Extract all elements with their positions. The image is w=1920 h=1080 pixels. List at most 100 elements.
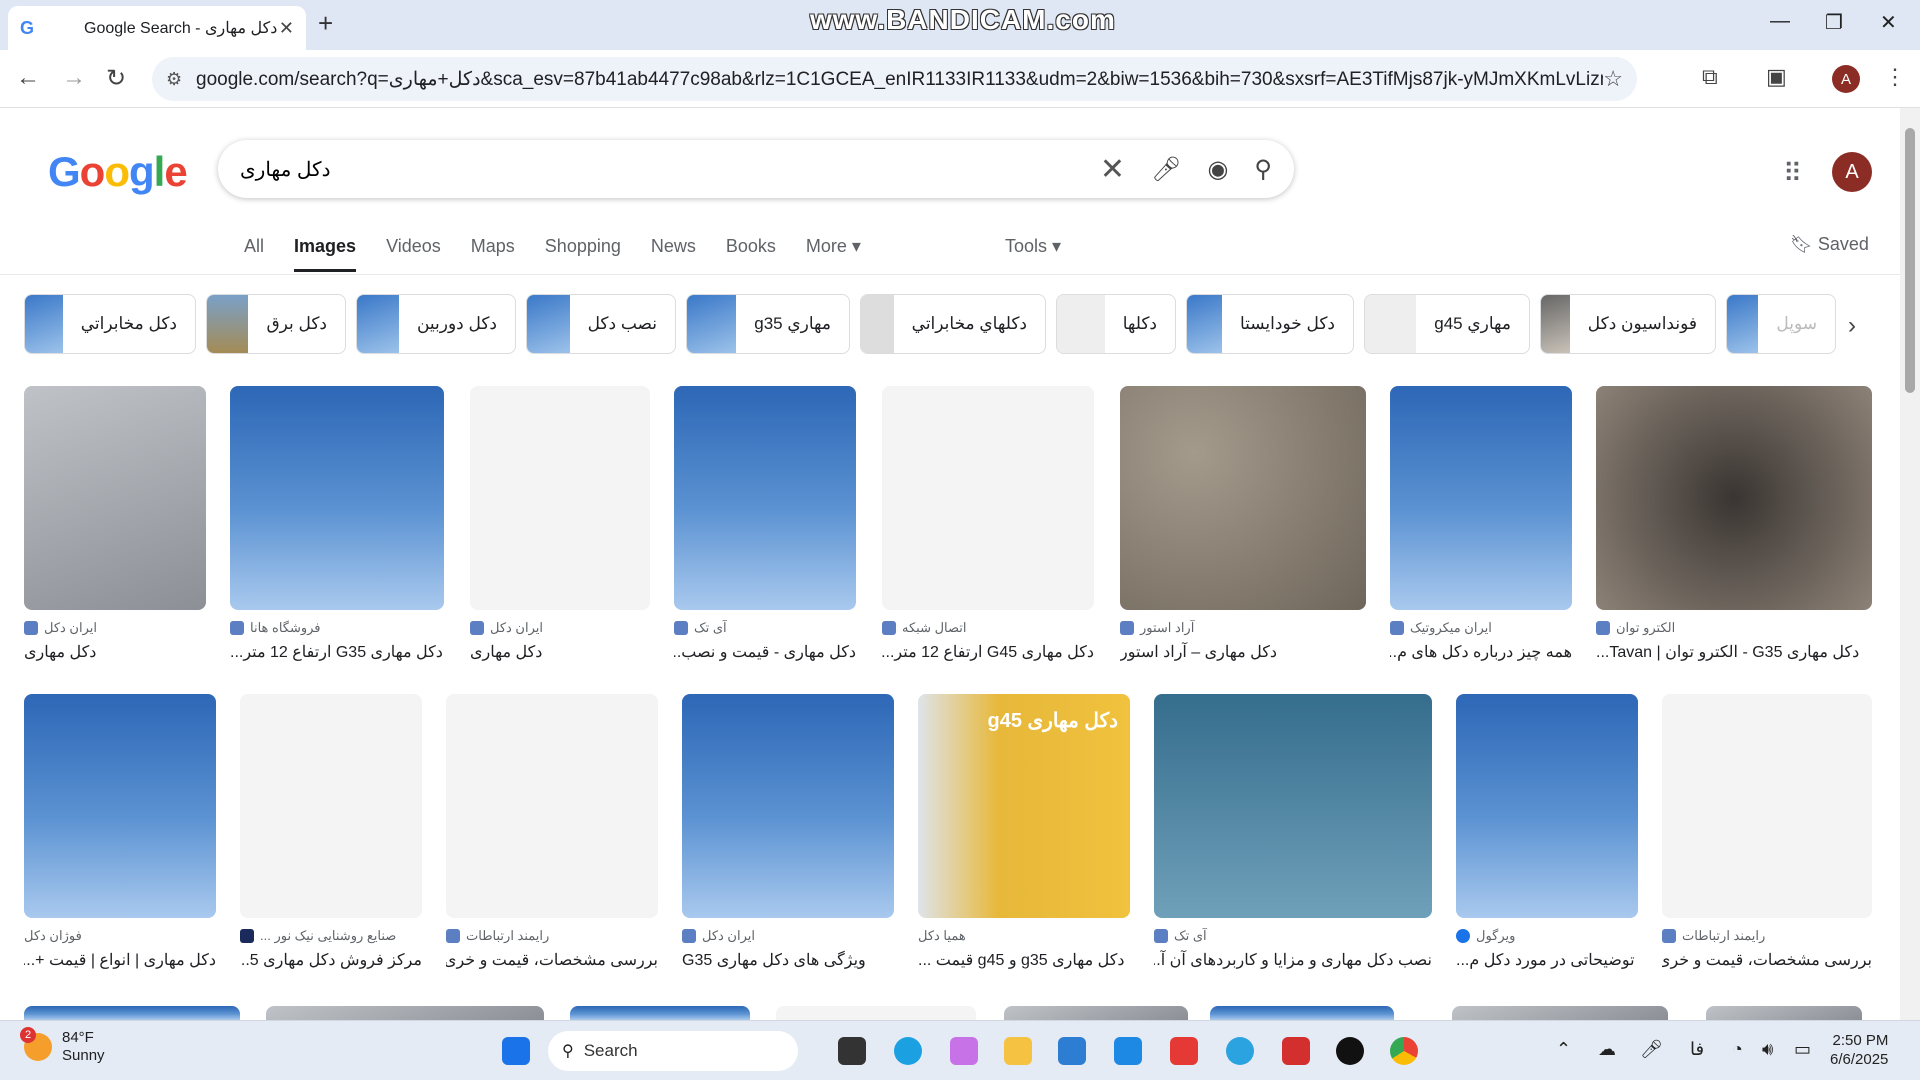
image-result[interactable]: دکل مهاری g45 همیا دکل دکل مهاری g35 و g45…	[918, 694, 1130, 969]
result-source: ویرگول	[1456, 928, 1638, 944]
chip-label: دکلها	[1122, 314, 1157, 333]
chip-label: دکل برق	[266, 314, 327, 333]
minimize-button[interactable]: —	[1770, 10, 1790, 33]
chip[interactable]: دکل مخابراتي	[24, 294, 196, 354]
chip[interactable]: دکل برق	[206, 294, 346, 354]
partial-image-result[interactable]	[776, 1006, 976, 1020]
tab-images[interactable]: Images	[294, 236, 357, 272]
scrollbar-thumb[interactable]	[1905, 128, 1915, 393]
new-tab-button[interactable]: +	[318, 8, 333, 39]
partial-image-result[interactable]	[1210, 1006, 1394, 1020]
maximize-button[interactable]: ❐	[1825, 10, 1843, 35]
forward-button[interactable]: →	[62, 64, 86, 92]
system-clock[interactable]: 2:50 PM 6/6/2025	[1830, 1031, 1888, 1069]
saved-button[interactable]: 🔖︎ Saved	[1790, 234, 1869, 255]
search-box: ✕ 🎤︎ ◉ ⚲	[218, 140, 1294, 198]
chip[interactable]: دکل دوربین	[356, 294, 516, 354]
network-settings-icon[interactable]: ☁	[1598, 1039, 1616, 1060]
copilot-icon[interactable]	[950, 1037, 978, 1065]
bookmark-star-icon[interactable]: ☆	[1603, 66, 1623, 92]
chrome-icon[interactable]	[1390, 1037, 1418, 1065]
image-result[interactable]: اتصال شبکه دکل مهاری G45 ارتفاع 12 متر...	[882, 386, 1094, 661]
task-view-icon[interactable]	[838, 1037, 866, 1065]
image-result[interactable]: فروشگاه هانا دکل مهاری G35 ارتفاع 12 متر.…	[230, 386, 444, 661]
image-result[interactable]: صنایع روشنایی نیک نور ... مرکز فروش دکل م…	[240, 694, 422, 969]
close-tab-icon[interactable]: ✕	[279, 18, 294, 39]
taskbar-search[interactable]: ⚲ Search	[548, 1031, 798, 1071]
image-result[interactable]: آراد استور دکل مهاری – آراد استور	[1120, 386, 1366, 661]
tab-shopping[interactable]: Shopping	[545, 236, 621, 272]
language-indicator[interactable]: فا	[1690, 1039, 1704, 1060]
partial-image-result[interactable]	[266, 1006, 544, 1020]
bandicam-icon[interactable]	[1336, 1037, 1364, 1065]
clear-icon[interactable]: ✕	[1100, 152, 1125, 187]
google-account-avatar[interactable]: A	[1832, 152, 1872, 192]
image-result[interactable]: رایمند ارتباطات بررسی مشخصات، قیمت و خری.…	[1662, 694, 1872, 969]
google-logo[interactable]: Google	[48, 148, 188, 196]
partial-image-result[interactable]	[570, 1006, 750, 1020]
lens-icon[interactable]: ◉	[1207, 155, 1228, 184]
site-info-icon[interactable]: ⚙	[166, 69, 196, 90]
page-scrollbar[interactable]	[1900, 108, 1920, 1020]
apps-grid-icon[interactable]: ⠿	[1783, 158, 1802, 189]
image-result[interactable]: ایران دکل دکل مهاری	[24, 386, 206, 661]
tab-all[interactable]: All	[244, 236, 264, 272]
reload-button[interactable]: ↻	[106, 64, 126, 93]
weather-condition: Sunny	[62, 1047, 105, 1064]
back-button[interactable]: ←	[16, 64, 40, 92]
vscode-icon[interactable]	[1114, 1037, 1142, 1065]
image-result[interactable]: ایران میکروتیک همه چیز درباره دکل های م..…	[1390, 386, 1572, 661]
image-result[interactable]: آی تک دکل مهاری - قیمت و نصب...	[674, 386, 856, 661]
partial-image-result[interactable]	[1706, 1006, 1862, 1020]
chip[interactable]: دکل خودايستا	[1186, 294, 1354, 354]
weather-widget[interactable]: 2 84°F Sunny	[20, 1027, 105, 1065]
image-result[interactable]: آی تک نصب دکل مهاری و مزایا و کاربردهای آ…	[1154, 694, 1432, 969]
chip[interactable]: سوپل	[1726, 294, 1836, 354]
close-window-button[interactable]: ✕	[1880, 10, 1897, 35]
image-result[interactable]: فوژان دکل دکل مهاری | انواع | قیمت +...	[24, 694, 216, 969]
image-result[interactable]: الکترو توان دکل مهاری G35 - الکترو توان |…	[1596, 386, 1872, 661]
battery-icon[interactable]: ▭	[1794, 1039, 1811, 1060]
youtube-icon[interactable]	[1170, 1037, 1198, 1065]
edge-icon[interactable]	[894, 1037, 922, 1065]
tab-books[interactable]: Books	[726, 236, 776, 272]
chip[interactable]: مهاري g45	[1364, 294, 1530, 354]
chip[interactable]: فونداسیون دکل	[1540, 294, 1716, 354]
search-icon[interactable]: ⚲	[1254, 155, 1272, 184]
image-result[interactable]: ایران دکل ویژگی های دکل مهاری G35	[682, 694, 894, 969]
partial-image-result[interactable]	[1004, 1006, 1188, 1020]
image-result[interactable]: رایمند ارتباطات بررسی مشخصات، قیمت و خری.…	[446, 694, 658, 969]
volume-icon[interactable]: 🔊︎	[1762, 1039, 1773, 1060]
partial-image-result[interactable]	[1452, 1006, 1668, 1020]
microphone-icon[interactable]: 🎤︎	[1640, 1039, 1663, 1060]
search-input[interactable]	[240, 157, 1074, 181]
partial-image-result[interactable]	[24, 1006, 240, 1020]
file-explorer-icon[interactable]	[1004, 1037, 1032, 1065]
chip[interactable]: دکلها	[1056, 294, 1176, 354]
telegram-icon[interactable]	[1226, 1037, 1254, 1065]
image-result[interactable]: ایران دکل دکل مهاری	[470, 386, 650, 661]
cast-icon[interactable]: ▣	[1766, 64, 1787, 90]
wifi-icon[interactable]: ◔	[1732, 1039, 1743, 1060]
tab-videos[interactable]: Videos	[386, 236, 441, 272]
extensions-icon[interactable]: ⧉	[1702, 64, 1718, 90]
browser-profile-avatar[interactable]: A	[1832, 65, 1860, 93]
tab-more[interactable]: More ▾	[806, 236, 861, 272]
image-result[interactable]: ویرگول توضیحاتی در مورد دکل م...	[1456, 694, 1638, 969]
windows-start-icon[interactable]	[502, 1037, 530, 1065]
address-bar[interactable]: ⚙ google.com/search?q=دکل+مهاری&sca_esv=…	[152, 57, 1637, 101]
chip[interactable]: نصب دکل	[526, 294, 676, 354]
tab-news[interactable]: News	[651, 236, 696, 272]
browser-menu-icon[interactable]: ⋮	[1884, 64, 1906, 90]
google-favicon-icon: G	[20, 17, 35, 38]
tab-maps[interactable]: Maps	[471, 236, 515, 272]
store-icon[interactable]	[1058, 1037, 1086, 1065]
chevron-up-icon[interactable]: ⌃	[1556, 1039, 1571, 1060]
chevron-right-icon[interactable]: ›	[1848, 312, 1856, 340]
active-tab[interactable]: G Google Search - دکل مهاری ✕	[8, 6, 306, 50]
anydesk-icon[interactable]	[1282, 1037, 1310, 1065]
tools-button[interactable]: Tools ▾	[1005, 236, 1061, 257]
voice-search-icon[interactable]: 🎤︎	[1151, 155, 1181, 184]
chip[interactable]: مهاري g35	[686, 294, 850, 354]
chip[interactable]: دکلهاي مخابراتي	[860, 294, 1046, 354]
